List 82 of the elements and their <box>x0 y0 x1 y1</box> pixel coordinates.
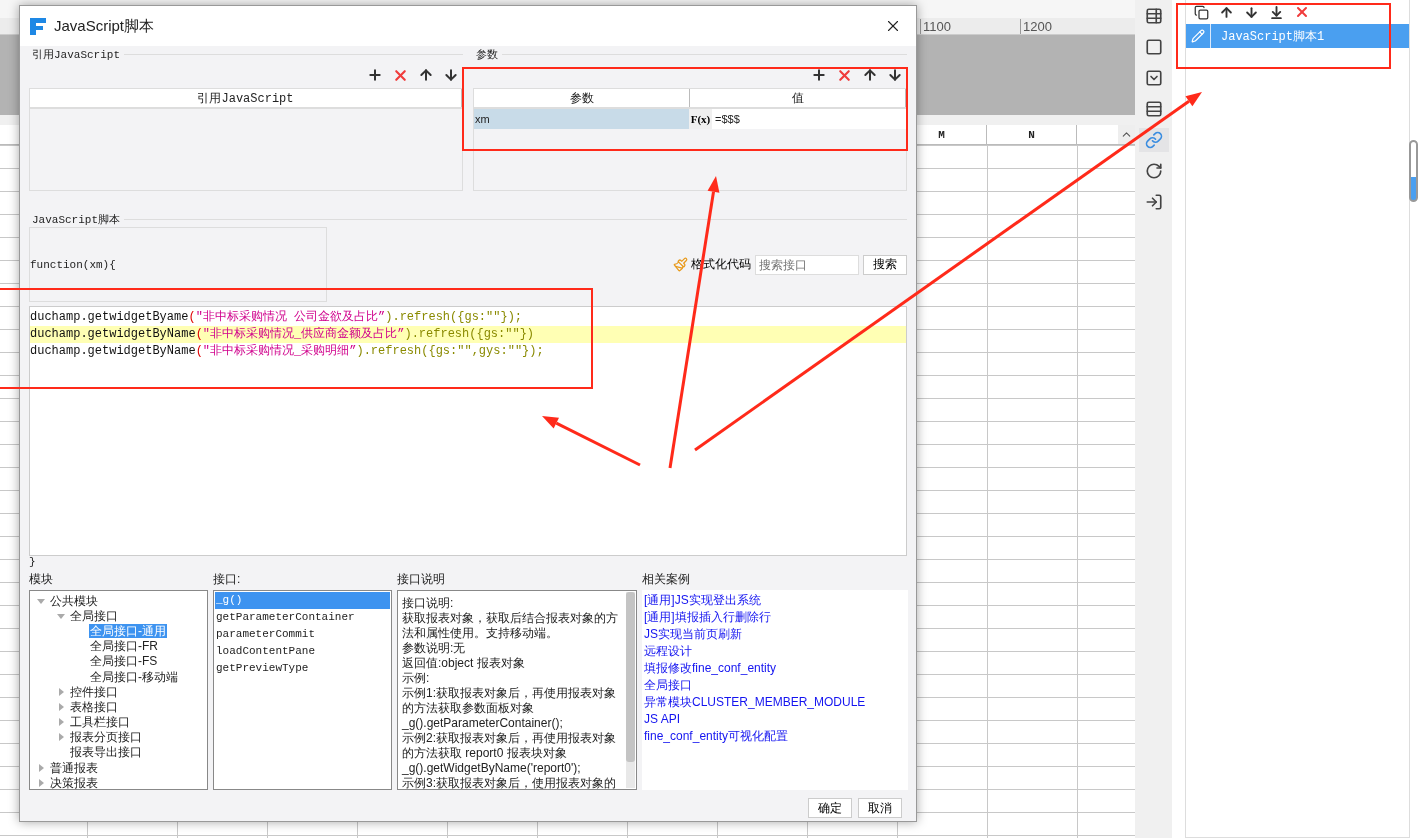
scrollbar[interactable] <box>1409 140 1418 202</box>
description-text: 法和属性使用。支持移动端。 <box>402 626 559 641</box>
list-item[interactable]: getPreviewType <box>215 660 390 677</box>
tree-item[interactable]: 普通报表 <box>49 760 99 775</box>
list-item[interactable]: getParameterContainer <box>215 609 390 626</box>
panel-label: 接口说明 <box>397 571 446 588</box>
scroll-up-button[interactable] <box>1118 125 1135 144</box>
table-cell[interactable]: xm <box>474 109 689 129</box>
description-text: 的方法获取 report0 报表块对象 <box>402 746 568 761</box>
app-logo-icon <box>30 17 46 35</box>
formula-button[interactable]: F(x) <box>689 109 712 129</box>
tree-item[interactable]: 公共模块 <box>49 593 99 608</box>
link-icon[interactable] <box>1138 128 1169 152</box>
description-text: 参数说明:无 <box>402 641 467 656</box>
table-header: 值 <box>690 89 906 107</box>
description-text: 返回值:object 报表对象 <box>402 656 526 671</box>
pencil-icon <box>1191 29 1205 43</box>
tree-item[interactable]: 报表导出接口 <box>69 745 143 760</box>
scrollbar[interactable] <box>626 592 635 788</box>
tree-item[interactable]: 全局接口-FR <box>89 639 159 654</box>
list-item[interactable]: loadContentPane <box>215 643 390 660</box>
code-text: function(xm){ <box>30 258 116 271</box>
move-down-icon[interactable] <box>443 67 459 83</box>
tree-item[interactable]: 全局接口-移动端 <box>89 669 179 684</box>
description-text: 的方法获取参数面板对象 <box>402 701 535 716</box>
section-label: 参数 <box>475 47 498 62</box>
move-down-icon[interactable] <box>1244 4 1259 20</box>
case-link[interactable]: 异常模块CLUSTER_MEMBER_MODULE <box>644 694 906 711</box>
case-link[interactable]: 全局接口 <box>644 677 906 694</box>
code-text: } <box>29 556 36 568</box>
move-up-icon[interactable] <box>1219 4 1234 20</box>
case-link[interactable]: [通用]JS实现登出系统 <box>644 592 906 609</box>
dialog-button[interactable]: 取消 <box>858 798 902 818</box>
case-link[interactable]: 远程设计 <box>644 643 906 660</box>
description-text: 示例3:获取报表对象后，使用报表对象的 <box>402 776 617 789</box>
add-icon[interactable] <box>367 67 383 83</box>
case-link[interactable]: [通用]填报插入行删除行 <box>644 609 906 626</box>
value-field[interactable]: =$$$ <box>712 109 906 129</box>
ruler-label: 1200 <box>1020 18 1120 34</box>
tree-item[interactable]: 报表分页接口 <box>69 730 143 745</box>
table-header: 参数 <box>474 89 690 107</box>
move-to-bottom-icon[interactable] <box>1269 4 1284 20</box>
move-up-icon[interactable] <box>418 67 434 83</box>
case-link[interactable]: JS实现当前页刷新 <box>644 626 906 643</box>
description-text: 接口说明: <box>402 596 455 611</box>
panel-label: 相关案例 <box>642 571 691 588</box>
case-link[interactable]: fine_conf_entity可视化配置 <box>644 728 906 745</box>
tree-item[interactable]: 表格接口 <box>69 699 119 714</box>
add-icon[interactable] <box>811 67 827 83</box>
copy-icon[interactable] <box>1194 4 1209 20</box>
code-editor[interactable]: duchamp.getwidgetByame("非中标采购情况 公司金欲及占比”).refresh({gs:""}); duchamp.getwidgetByName("非中标采购情况_供应商金额及占比”).refresh({gs:""}) duchamp.getwidgetByName("非中标采购情况_采购明细”).refresh({gs:"",gys:""}); <box>29 306 907 556</box>
description-text: 示例1:获取报表对象后，再使用报表对象 <box>402 686 617 701</box>
description-text: 获取报表对象，获取后结合报表对象的方 <box>402 611 619 626</box>
section-label: 引用JavaScript <box>31 47 120 62</box>
move-up-icon[interactable] <box>862 67 878 83</box>
description-text: 示例2:获取报表对象后，再使用报表对象 <box>402 731 617 746</box>
case-link[interactable]: 填报修改fine_conf_entity <box>644 660 906 677</box>
code-line: duchamp.getwidgetByName("非中标采购情况_采购明细”).refresh({gs:"",gys:""}); <box>30 343 545 360</box>
case-link[interactable]: JS API <box>644 711 906 728</box>
ruler-label: 1100 <box>920 18 1020 34</box>
tree-item[interactable]: 控件接口 <box>69 684 119 699</box>
tree-item[interactable]: 工具栏接口 <box>69 715 131 730</box>
tree-item[interactable]: 决策报表 <box>49 775 99 789</box>
code-line: duchamp.getwidgetByame("非中标采购情况 公司金欲及占比”).refresh({gs:""}); <box>30 309 524 326</box>
search-button[interactable]: 搜索 <box>863 254 907 275</box>
column-header: N <box>987 125 1077 144</box>
tree-item[interactable]: 全局接口 <box>69 608 119 623</box>
panel-label: 接口: <box>213 571 242 588</box>
window-title: JavaScript脚本 <box>54 16 155 36</box>
delete-icon[interactable] <box>1294 4 1310 20</box>
search-field[interactable]: 搜索接口 <box>755 254 859 275</box>
dialog-button[interactable]: 确定 <box>808 798 852 818</box>
list-item[interactable]: parameterCommit <box>215 626 390 643</box>
description-text: _g().getParameterContainer(); <box>402 716 564 731</box>
move-down-icon[interactable] <box>887 67 903 83</box>
tree-item[interactable]: 全局接口-FS <box>89 654 159 669</box>
brush-icon <box>673 257 688 272</box>
panel-label: 模块 <box>29 571 54 588</box>
table-header: 引用JavaScript <box>30 89 462 107</box>
description-text: _g().getWidgetByName('report0'); <box>402 761 582 776</box>
section-label: JavaScript脚本 <box>31 212 120 227</box>
description-text: 示例: <box>402 671 431 686</box>
